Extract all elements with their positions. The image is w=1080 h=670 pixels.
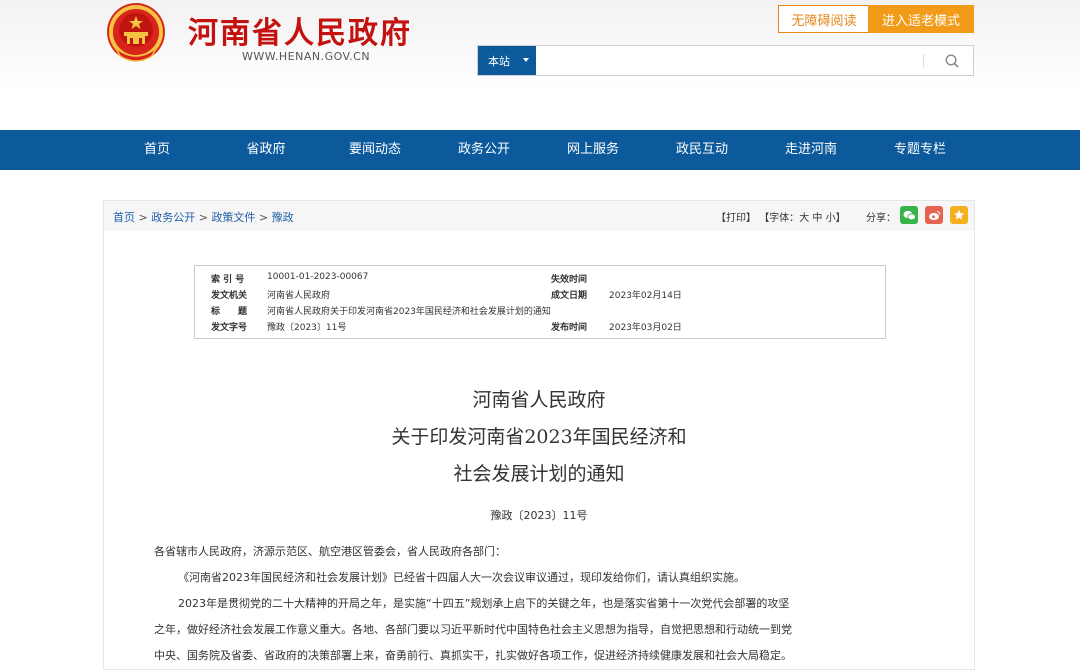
document-info-table: 索 引 号 10001-01-2023-00067 失效时间 发文机关 河南省人…	[194, 265, 886, 339]
breadcrumb-separator: >	[138, 211, 152, 224]
nav-item-provincial-government[interactable]: 省政府	[211, 130, 321, 170]
breadcrumb-separator: >	[258, 211, 272, 224]
caret-down-icon	[523, 58, 529, 62]
font-small-button[interactable]: 小	[826, 213, 836, 224]
article-tools: 【打印】 【字体：大 中 小】	[716, 209, 846, 224]
favorite-share-button[interactable]	[950, 206, 968, 224]
site-title[interactable]: 河南省人民政府	[188, 8, 412, 52]
font-medium-button[interactable]: 中	[812, 213, 822, 224]
nav-item-home[interactable]: 首页	[102, 130, 212, 170]
search-scope-label: 本站	[488, 54, 510, 68]
document-title-line-3: 社会发展计划的通知	[453, 463, 625, 485]
written-date-value: 2023年02月14日	[609, 291, 682, 301]
weibo-icon	[928, 210, 940, 220]
nav-item-interaction[interactable]: 政民互动	[647, 130, 757, 170]
title-value: 河南省人民政府关于印发河南省2023年国民经济和社会发展计划的通知	[267, 307, 551, 317]
favorite-star-icon	[953, 209, 965, 220]
site-header: 河南省人民政府 WWW.HENAN.GOV.CN 无障碍阅读 进入适老模式 本站	[0, 0, 1080, 130]
title-label: 标 题	[211, 307, 248, 317]
document-number-label: 发文字号	[211, 323, 248, 333]
national-emblem-icon[interactable]	[104, 2, 168, 64]
breadcrumb-home[interactable]: 首页	[113, 211, 135, 224]
search-icon[interactable]	[944, 53, 960, 69]
share-label: 分享：	[866, 213, 896, 224]
print-button[interactable]: 【打印】	[716, 213, 756, 224]
index-number-label: 索 引 号	[211, 275, 245, 285]
nav-item-online-services[interactable]: 网上服务	[538, 130, 648, 170]
written-date-label: 成文日期	[551, 291, 588, 301]
publish-time-label: 发布时间	[551, 323, 588, 333]
issuer-label: 发文机关	[211, 291, 248, 301]
document-paragraph-2-line-1: 2023年是贯彻党的二十大精神的开局之年，是实施“十四五”规划承上启下的关键之年…	[178, 597, 790, 610]
search-divider	[923, 54, 924, 68]
accessibility-reading-button[interactable]: 无障碍阅读	[778, 5, 870, 33]
search-box: 本站	[477, 45, 974, 77]
document-paragraph-2-line-3: 中央、国务院及省委、省政府的决策部署上来，奋勇前行、真抓实干，扎实做好各项工作，…	[154, 649, 792, 662]
breadcrumb-separator: >	[198, 211, 212, 224]
document-number-value: 豫政〔2023〕11号	[267, 323, 347, 333]
publish-time-value: 2023年03月02日	[609, 323, 682, 333]
document-paragraph-1: 《河南省2023年国民经济和社会发展计划》已经省十四届人大一次会议审议通过，现印…	[178, 571, 745, 584]
site-url: WWW.HENAN.GOV.CN	[242, 50, 371, 63]
nav-item-government-affairs[interactable]: 政务公开	[429, 130, 539, 170]
search-input[interactable]	[538, 46, 922, 77]
weibo-share-button[interactable]	[925, 206, 943, 224]
issuer-value: 河南省人民政府	[267, 291, 331, 301]
expire-time-label: 失效时间	[551, 275, 588, 285]
breadcrumb-government-affairs[interactable]: 政务公开	[151, 211, 195, 224]
font-size-suffix: 】	[835, 213, 846, 224]
document-salutation: 各省辖市人民政府，济源示范区、航空港区管委会，省人民政府各部门：	[154, 545, 506, 558]
font-large-button[interactable]: 大	[799, 213, 809, 224]
wechat-icon	[903, 210, 916, 220]
document-title-line-2: 关于印发河南省2023年国民经济和	[391, 426, 687, 448]
search-scope-dropdown[interactable]: 本站	[478, 46, 536, 75]
elder-mode-button[interactable]: 进入适老模式	[868, 5, 974, 33]
main-nav: 首页 省政府 要闻动态 政务公开 网上服务 政民互动 走进河南 专题专栏	[0, 130, 1080, 170]
breadcrumb: 首页 > 政务公开 > 政策文件 > 豫政	[113, 209, 294, 225]
font-size-prefix: 【字体：	[759, 213, 800, 224]
breadcrumb-yuzheng[interactable]: 豫政	[272, 211, 294, 224]
wechat-share-button[interactable]	[900, 206, 918, 224]
nav-item-about-henan[interactable]: 走进河南	[756, 130, 866, 170]
nav-item-news[interactable]: 要闻动态	[320, 130, 430, 170]
article-container: 首页 > 政务公开 > 政策文件 > 豫政 【打印】 【字体：大 中 小】 分享…	[103, 200, 975, 670]
index-number-value: 10001-01-2023-00067	[267, 272, 369, 282]
document-number: 豫政〔2023〕11号	[490, 509, 588, 522]
breadcrumb-bar: 首页 > 政务公开 > 政策文件 > 豫政 【打印】 【字体：大 中 小】 分享…	[104, 201, 974, 231]
breadcrumb-policy-documents[interactable]: 政策文件	[211, 211, 255, 224]
nav-item-special-topics[interactable]: 专题专栏	[865, 130, 975, 170]
document-title-line-1: 河南省人民政府	[472, 389, 606, 411]
document-paragraph-2-line-2: 之年，做好经济社会发展工作意义重大。各地、各部门要以习近平新时代中国特色社会主义…	[154, 623, 792, 636]
